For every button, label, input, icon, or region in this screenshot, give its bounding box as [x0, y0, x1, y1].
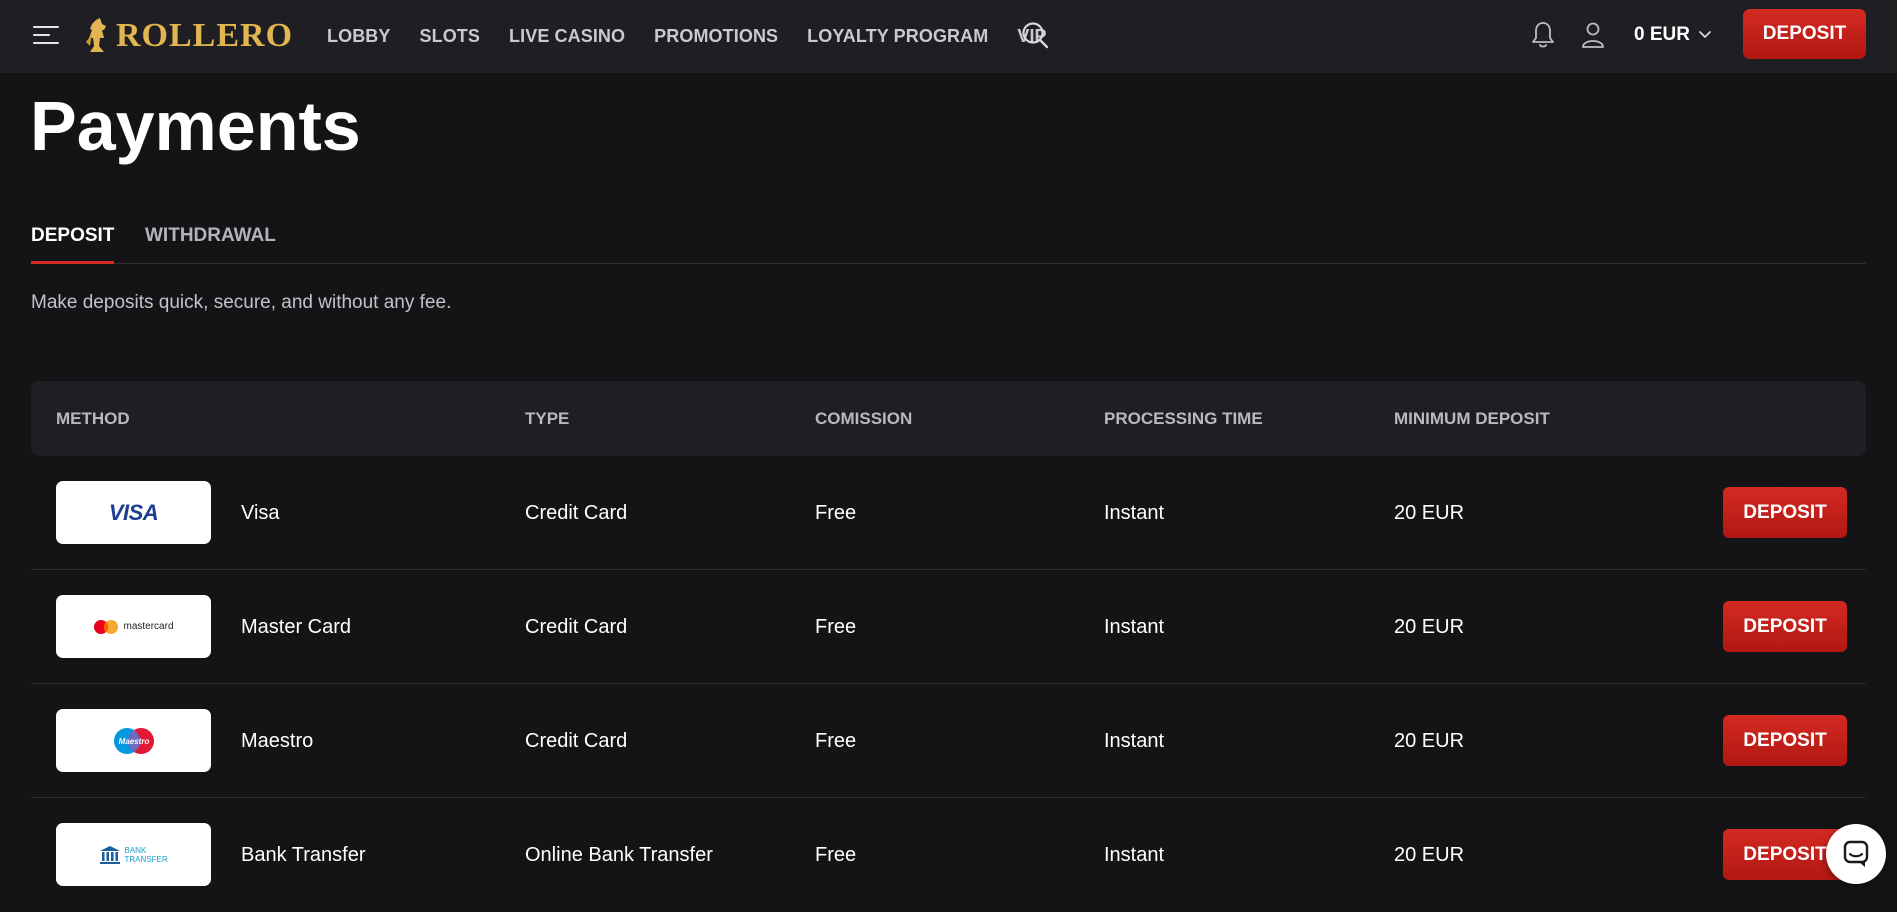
logo-knight-icon — [86, 18, 106, 52]
method-type: Credit Card — [525, 616, 628, 638]
chat-widget-button[interactable] — [1826, 824, 1886, 884]
maestro-logo-text: Maestro — [118, 737, 149, 746]
search-icon[interactable] — [1020, 20, 1050, 50]
deposit-button-visa[interactable]: DEPOSIT — [1723, 487, 1847, 538]
column-header-comission: COMISSION — [815, 409, 913, 428]
tab-withdrawal[interactable]: WITHDRAWAL — [145, 222, 276, 264]
user-icon[interactable] — [1580, 20, 1606, 50]
method-processing-time: Instant — [1104, 730, 1165, 752]
mastercard-logo-text: mastercard — [123, 621, 174, 632]
page-subtitle: Make deposits quick, secure, and without… — [31, 292, 452, 313]
method-minimum-deposit: 20 EUR — [1394, 844, 1465, 866]
nav-item-loyalty-program[interactable]: LOYALTY PROGRAM — [807, 26, 988, 47]
table-row: VISA Visa Credit Card Free Instant 20 EU… — [31, 456, 1866, 570]
menu-icon[interactable] — [33, 25, 59, 45]
method-type: Online Bank Transfer — [525, 844, 713, 866]
mastercard-circles-icon — [94, 619, 119, 634]
maestro-logo: Maestro — [56, 709, 211, 772]
method-type: Credit Card — [525, 502, 628, 524]
deposit-button-maestro[interactable]: DEPOSIT — [1723, 715, 1847, 766]
table-header: METHOD TYPE COMISSION PROCESSING TIME MI… — [31, 381, 1866, 456]
page-title: Payments — [30, 87, 361, 165]
visa-logo: VISA — [56, 481, 211, 544]
method-processing-time: Instant — [1104, 502, 1165, 524]
column-header-minimum-deposit: MINIMUM DEPOSIT — [1394, 409, 1550, 428]
column-header-type: TYPE — [525, 409, 570, 428]
main-nav: LOBBY SLOTS LIVE CASINO PROMOTIONS LOYAL… — [327, 0, 1076, 73]
column-header-processing-time: PROCESSING TIME — [1104, 409, 1263, 428]
bank-transfer-logo: BANK TRANSFER — [56, 823, 211, 886]
method-comission: Free — [815, 616, 857, 638]
table-row: BANK TRANSFER Bank Transfer Online Bank … — [31, 798, 1866, 912]
column-header-method: METHOD — [56, 409, 130, 428]
method-minimum-deposit: 20 EUR — [1394, 616, 1465, 638]
table-row: mastercard Master Card Credit Card Free … — [31, 570, 1866, 684]
method-processing-time: Instant — [1104, 616, 1165, 638]
balance-value: 0 EUR — [1634, 23, 1690, 45]
chat-icon — [1843, 840, 1869, 867]
method-minimum-deposit: 20 EUR — [1394, 730, 1465, 752]
top-header: ROLLERO LOBBY SLOTS LIVE CASINO PROMOTIO… — [0, 0, 1897, 73]
header-deposit-button[interactable]: DEPOSIT — [1743, 9, 1866, 59]
bank-icon — [99, 845, 120, 864]
nav-item-slots[interactable]: SLOTS — [420, 26, 481, 47]
table-row: Maestro Maestro Credit Card Free Instant… — [31, 684, 1866, 798]
nav-item-promotions[interactable]: PROMOTIONS — [654, 26, 778, 47]
method-name: Bank Transfer — [241, 844, 366, 866]
method-name: Visa — [241, 502, 280, 524]
method-name: Maestro — [241, 730, 314, 752]
payment-tabs: DEPOSIT WITHDRAWAL — [31, 222, 1866, 264]
nav-item-lobby[interactable]: LOBBY — [327, 26, 391, 47]
method-processing-time: Instant — [1104, 844, 1165, 866]
bank-transfer-logo-text: BANK TRANSFER — [124, 845, 168, 864]
balance-dropdown[interactable]: 0 EUR — [1634, 0, 1712, 69]
chevron-down-icon — [1699, 30, 1711, 38]
method-name: Master Card — [241, 616, 352, 638]
method-comission: Free — [815, 844, 857, 866]
maestro-circles-icon: Maestro — [113, 727, 154, 754]
method-type: Credit Card — [525, 730, 628, 752]
bell-icon[interactable] — [1530, 20, 1556, 50]
mastercard-logo: mastercard — [56, 595, 211, 658]
visa-logo-text: VISA — [108, 499, 159, 525]
logo-text: ROLLERO — [116, 17, 294, 54]
tab-deposit[interactable]: DEPOSIT — [31, 222, 114, 264]
deposit-button-mastercard[interactable]: DEPOSIT — [1723, 601, 1847, 652]
site-logo[interactable]: ROLLERO — [80, 14, 293, 58]
method-minimum-deposit: 20 EUR — [1394, 502, 1465, 524]
method-comission: Free — [815, 730, 857, 752]
nav-item-live-casino[interactable]: LIVE CASINO — [509, 26, 625, 47]
method-comission: Free — [815, 502, 857, 524]
